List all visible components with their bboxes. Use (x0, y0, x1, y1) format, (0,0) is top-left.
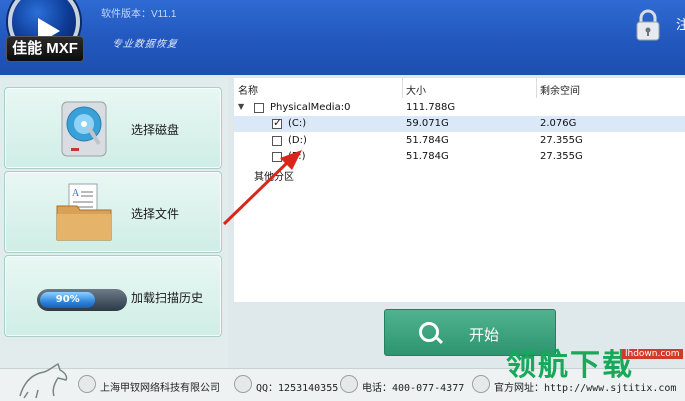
column-header-size[interactable]: 大小 (406, 82, 426, 97)
company-icon (78, 375, 96, 393)
horse-logo-icon (19, 362, 68, 399)
row-free: 27.355G (540, 151, 583, 162)
disk-icon (61, 101, 107, 157)
select-disk-button[interactable]: 选择磁盘 (4, 87, 222, 169)
annotation-arrow-icon (222, 150, 302, 226)
select-file-label: 选择文件 (131, 207, 180, 221)
column-header-name[interactable]: 名称 (238, 82, 258, 97)
row-size: 51.784G (406, 135, 449, 146)
row-name: PhysicalMedia:0 (270, 102, 351, 113)
load-scan-history-label: 加载扫描历史 (131, 291, 204, 305)
phone-number[interactable]: 电话：400-077-4377 (362, 379, 464, 394)
slogan: 专业数据恢复 (110, 39, 179, 50)
search-icon (419, 322, 439, 342)
progress-value: 90% (40, 292, 96, 308)
lock-icon[interactable] (631, 8, 665, 42)
row-free: 2.076G (540, 118, 577, 129)
column-header-free[interactable]: 剩余空间 (540, 82, 580, 97)
select-disk-label: 选择磁盘 (131, 123, 180, 137)
checkbox[interactable] (254, 103, 264, 113)
row-free: 27.355G (540, 135, 583, 146)
select-file-button[interactable]: A 选择文件 (4, 171, 222, 253)
company-name: 上海甲钗网络科技有限公司 (100, 383, 220, 394)
globe-icon (472, 375, 490, 393)
progress-icon: 90% (37, 289, 127, 311)
checkbox[interactable] (272, 136, 282, 146)
app-header: 佳能 MXF 软件版本：V11.1 专业数据恢复 注 (0, 0, 685, 75)
folder-icon: A (56, 183, 112, 241)
version-label: 软件版本：V11.1 (101, 9, 177, 20)
phone-icon (340, 375, 358, 393)
qq-number[interactable]: QQ：1253140355 (256, 379, 338, 394)
svg-text:A: A (72, 188, 80, 199)
row-size: 51.784G (406, 151, 449, 162)
row-name: (D:) (288, 135, 307, 146)
row-size: 111.788G (406, 102, 456, 113)
brand-name: 佳能 MXF (6, 36, 84, 62)
table-row[interactable]: ▼ PhysicalMedia:0 111.788G (234, 100, 685, 116)
qq-icon (234, 375, 252, 393)
table-row[interactable]: (C:) 59.071G 2.076G (234, 116, 685, 132)
row-name: (C:) (288, 118, 307, 129)
load-scan-history-button[interactable]: 90% 加载扫描历史 (4, 255, 222, 337)
left-panel: 选择磁盘 A 选择文件 90% 加载扫描历史 (0, 78, 228, 368)
register-link[interactable]: 注 (676, 14, 685, 33)
watermark-site: lhdown.com (622, 349, 683, 359)
expand-triangle-icon[interactable]: ▼ (238, 102, 244, 111)
table-row[interactable]: (D:) 51.784G 27.355G (234, 133, 685, 149)
checkbox[interactable] (272, 116, 282, 129)
row-size: 59.071G (406, 118, 449, 129)
watermark-text: 领航下载 (506, 348, 634, 383)
start-label: 开始 (469, 326, 500, 344)
